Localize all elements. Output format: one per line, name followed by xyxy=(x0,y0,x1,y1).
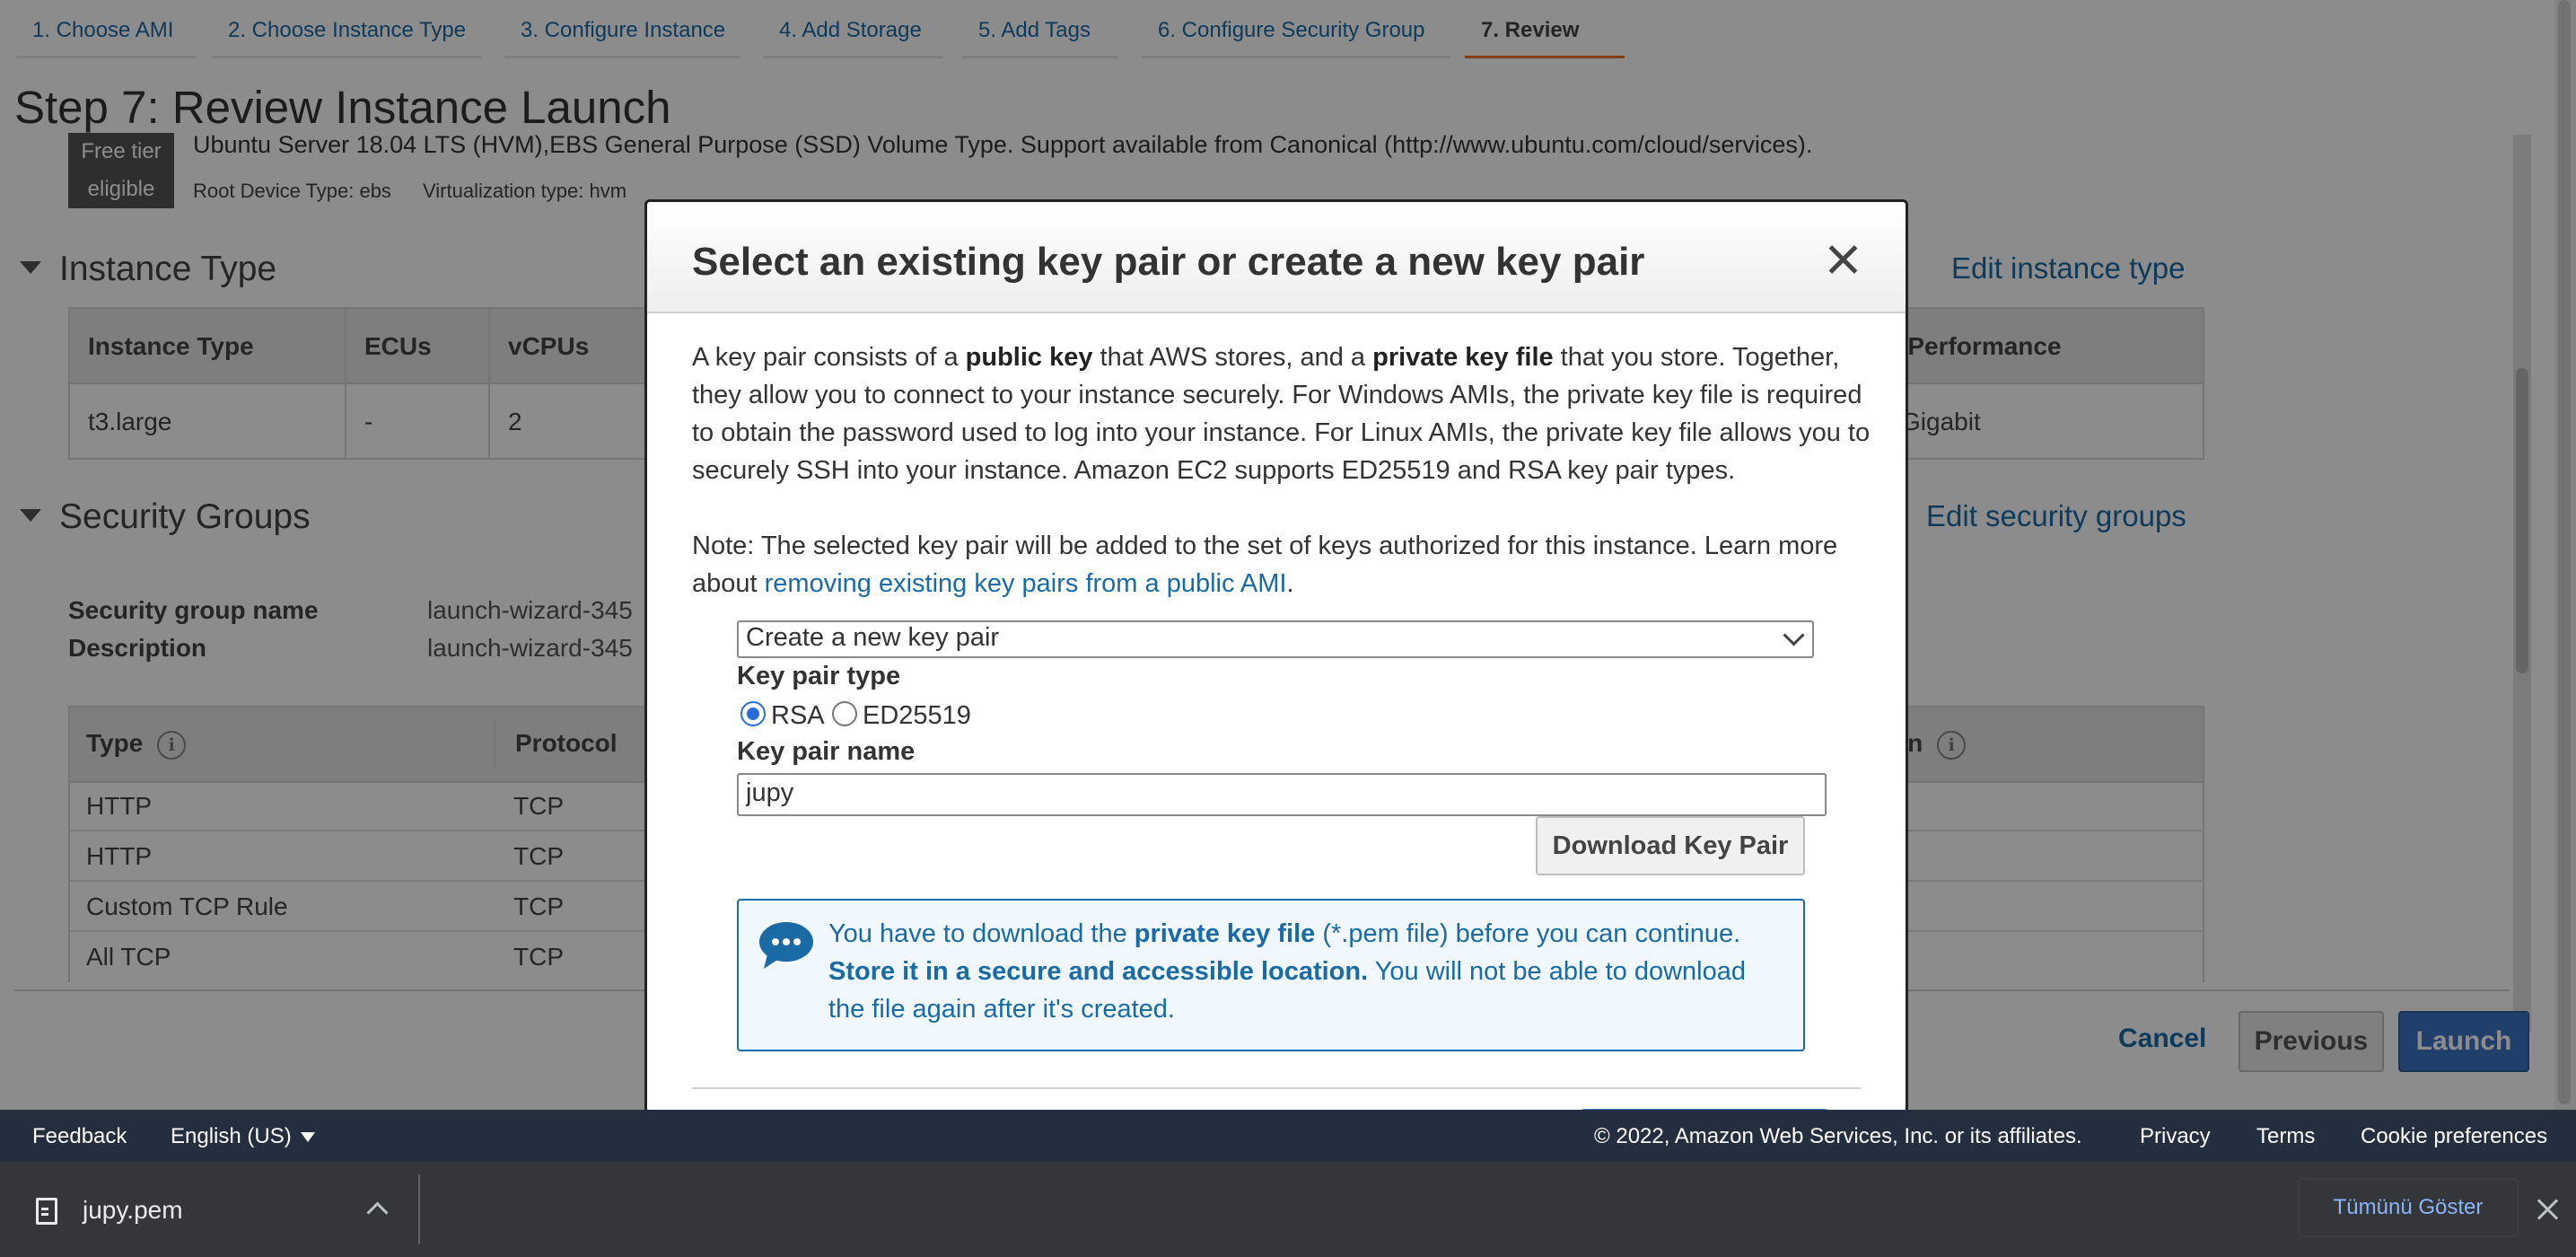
terms-link[interactable]: Terms xyxy=(2256,1124,2315,1149)
cookie-preferences-link[interactable]: Cookie preferences xyxy=(2361,1124,2547,1149)
key-pair-modal: Select an existing key pair or create a … xyxy=(644,199,1908,1192)
removing-key-pairs-link[interactable]: removing existing key pairs from a publi… xyxy=(765,569,1287,598)
rsa-radio-label: RSA xyxy=(771,701,825,730)
modal-divider xyxy=(692,1087,1861,1089)
select-value: Create a new key pair xyxy=(746,623,1000,652)
close-icon[interactable] xyxy=(2537,1198,2560,1221)
caret-down-icon xyxy=(300,1132,315,1143)
browser-download-bar: jupy.pem Tümünü Göster xyxy=(0,1162,2576,1257)
key-pair-note-text: Note: The selected key pair will be adde… xyxy=(692,532,1838,598)
console-footer: Feedback English (US) © 2022, Amazon Web… xyxy=(0,1110,2576,1162)
modal-title: Select an existing key pair or create a … xyxy=(692,240,1645,284)
key-pair-name-label: Key pair name xyxy=(737,737,916,766)
key-pair-name-field[interactable] xyxy=(737,773,1827,816)
ed25519-radio-label: ED25519 xyxy=(863,701,971,730)
copyright-text: © 2022, Amazon Web Services, Inc. or its… xyxy=(1594,1124,2082,1148)
ed25519-radio[interactable] xyxy=(832,701,857,726)
chevron-down-icon xyxy=(1783,624,1805,646)
download-warning-alert: You have to download the private key fil… xyxy=(737,899,1805,1051)
file-icon xyxy=(36,1198,57,1225)
chevron-up-icon[interactable] xyxy=(366,1201,389,1224)
rsa-radio[interactable] xyxy=(740,701,766,726)
download-file-name[interactable]: jupy.pem xyxy=(83,1196,183,1225)
alert-text: You have to download the private key fil… xyxy=(828,919,1746,1024)
language-selector[interactable]: English (US) xyxy=(171,1124,315,1149)
key-pair-select[interactable]: Create a new key pair xyxy=(737,620,1814,658)
privacy-link[interactable]: Privacy xyxy=(2140,1124,2211,1149)
close-icon[interactable] xyxy=(1825,242,1861,277)
divider xyxy=(418,1174,420,1244)
download-key-pair-button[interactable]: Download Key Pair xyxy=(1536,816,1805,875)
feedback-link[interactable]: Feedback xyxy=(32,1124,127,1149)
show-all-downloads-button[interactable]: Tümünü Göster xyxy=(2298,1178,2519,1237)
modal-header: Select an existing key pair or create a … xyxy=(647,202,1906,313)
speech-bubble-icon xyxy=(759,922,813,969)
key-pair-intro-text: A key pair consists of a public key that… xyxy=(692,343,1871,485)
key-pair-type-label: Key pair type xyxy=(737,662,901,690)
key-pair-name-input[interactable] xyxy=(739,775,1821,811)
